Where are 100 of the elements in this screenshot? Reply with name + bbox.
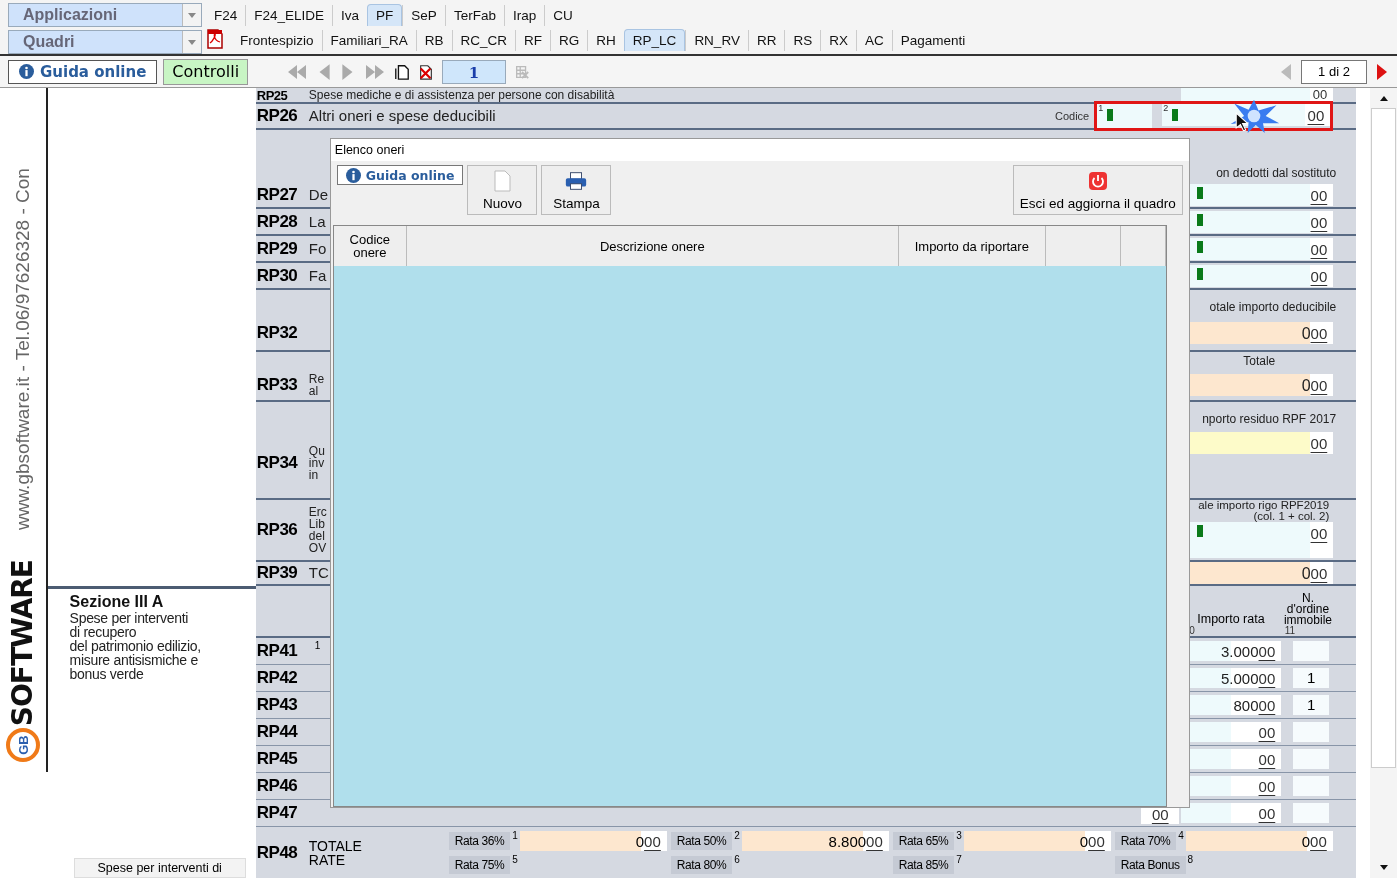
column-number: 5 xyxy=(512,853,518,865)
panel-tab[interactable]: RN_RV xyxy=(685,30,748,51)
panel-tab[interactable]: RS xyxy=(784,30,821,51)
order-field[interactable] xyxy=(1293,749,1330,769)
code-label: Codice xyxy=(1055,110,1090,122)
section-title: Sezione III A xyxy=(69,593,165,611)
app-tab[interactable]: TerFab xyxy=(444,5,504,26)
order-field[interactable] xyxy=(1293,776,1330,796)
row-code: RP25 xyxy=(255,88,289,102)
logo-mark: GB xyxy=(5,728,40,763)
panels-dropdown[interactable]: Quadri xyxy=(8,30,202,54)
website-phone-text: www.gbsoftware.it - Tel.06/97626328 - Con xyxy=(11,167,34,530)
row-code: RP34 xyxy=(255,452,299,474)
order-field[interactable] xyxy=(1293,722,1330,742)
section-button[interactable]: Spese per interventi di xyxy=(73,858,246,878)
panel-tab[interactable]: RP_LC xyxy=(623,29,686,51)
row-description: De xyxy=(308,188,328,201)
row-code: RP30 xyxy=(255,264,299,287)
panel-tab[interactable]: Pagamenti xyxy=(891,30,974,51)
exit-update-button[interactable]: Esci ed aggiorna il quadro xyxy=(1012,165,1183,215)
order-field[interactable]: 1 xyxy=(1293,695,1330,715)
page-number-field[interactable]: 1 xyxy=(442,59,507,84)
column-number: 11 xyxy=(1283,626,1297,636)
column-number: 1 xyxy=(314,640,321,651)
app-tab[interactable]: Irap xyxy=(503,5,545,26)
scroll-down-icon[interactable] xyxy=(1378,864,1389,872)
delete-page-icon[interactable] xyxy=(418,62,435,81)
column-heading: nporto residuo RPF 2017 xyxy=(1201,413,1337,428)
column-heading: ale importo rigo RPF2019 (col. 1 + col. 2) xyxy=(1197,500,1331,522)
row-description: Fo xyxy=(308,242,327,255)
row-code: RP45 xyxy=(255,748,299,770)
next-form-icon[interactable] xyxy=(1375,62,1389,81)
panel-tab[interactable]: RF xyxy=(515,30,551,51)
row-code: RP46 xyxy=(255,775,299,797)
panel-tab[interactable]: RR xyxy=(747,30,785,51)
app-tab[interactable]: CU xyxy=(544,5,581,26)
panel-tab[interactable]: AC xyxy=(855,30,892,51)
column-number: 8 xyxy=(1187,853,1194,865)
new-page-icon[interactable] xyxy=(394,62,411,81)
first-page-icon[interactable] xyxy=(286,63,309,80)
column-number: 6 xyxy=(734,853,740,865)
panel-tab[interactable]: Frontespizio xyxy=(232,30,322,51)
online-guide-button[interactable]: Guida online xyxy=(8,59,158,84)
rate-field[interactable]: 8.80000 xyxy=(741,830,889,851)
previous-form-icon[interactable] xyxy=(1279,62,1293,81)
panel-tab[interactable]: Familiari_RA xyxy=(321,30,416,51)
pdf-icon[interactable] xyxy=(206,29,224,49)
row-code: RP32 xyxy=(255,322,299,344)
online-guide-button[interactable]: Guida online xyxy=(336,165,464,185)
rate-label: Rata 36% xyxy=(448,831,511,850)
panel-tab[interactable]: RH xyxy=(587,30,624,51)
caret-icon xyxy=(182,4,201,26)
rate-field[interactable]: 000 xyxy=(963,830,1111,851)
order-field[interactable] xyxy=(1293,803,1330,823)
code-field[interactable]: 1 xyxy=(1097,104,1153,128)
app-tab[interactable]: SeP xyxy=(402,5,445,26)
column-number: 4 xyxy=(1178,829,1184,841)
order-field[interactable] xyxy=(1293,641,1330,661)
panel-tab[interactable]: RX xyxy=(820,30,856,51)
panel-tab[interactable]: RC_CR xyxy=(451,30,516,51)
info-icon xyxy=(19,64,34,79)
row-code: RP44 xyxy=(255,721,299,743)
installment-field[interactable]: 00 xyxy=(1181,803,1282,823)
row-description: TC xyxy=(308,567,329,579)
row-description: Qu inv in xyxy=(308,445,325,481)
print-button[interactable]: Stampa xyxy=(541,165,612,215)
dialog-title: Elenco oneri xyxy=(330,139,1189,161)
app-tab[interactable]: F24_ELIDE xyxy=(245,5,333,26)
info-icon xyxy=(345,167,361,183)
rate-label: Rata 50% xyxy=(670,831,733,850)
new-button[interactable]: Nuovo xyxy=(467,165,538,215)
row-code: RP33 xyxy=(255,374,299,396)
checks-button[interactable]: Controlli xyxy=(163,58,249,85)
rate-field[interactable]: 000 xyxy=(1185,830,1333,851)
printer-icon xyxy=(564,170,589,192)
row-description: Re al xyxy=(308,373,325,397)
rate-field[interactable]: 000 xyxy=(519,830,667,851)
scroll-up-icon[interactable] xyxy=(1378,94,1389,102)
column-number: 0 xyxy=(1188,626,1196,636)
column-number: 7 xyxy=(956,853,962,865)
section-description: Spese per interventi di recupero del patrimonio edilizio, misure antisismiche e bonus verde xyxy=(69,611,202,681)
amount-field[interactable]: 00 xyxy=(1181,88,1334,102)
row-description: Spese mediche e di assistenza per persone con disabilità xyxy=(308,89,615,101)
panel-tab[interactable]: RG xyxy=(550,30,588,51)
app-tab[interactable]: F24 xyxy=(206,5,246,26)
row-code: RP43 xyxy=(255,694,299,716)
panel-tab[interactable]: RB xyxy=(415,30,452,51)
column-number: 3 xyxy=(956,829,962,841)
row-code: RP48 xyxy=(255,842,299,863)
row-description: Erc Lib del OV xyxy=(308,506,327,554)
order-field[interactable]: 1 xyxy=(1293,668,1330,688)
row-code: RP41 xyxy=(255,640,299,662)
app-tab[interactable]: PF xyxy=(367,4,403,26)
cursor-icon xyxy=(1235,112,1249,131)
column-number: 1 xyxy=(512,829,518,841)
column-heading: Importo rata xyxy=(1196,612,1266,626)
column-heading: Totale xyxy=(1242,355,1277,370)
applications-dropdown[interactable]: Applicazioni xyxy=(8,3,202,27)
rate-label: Rata 80% xyxy=(670,855,733,874)
scrollbar-thumb[interactable] xyxy=(1371,108,1397,768)
